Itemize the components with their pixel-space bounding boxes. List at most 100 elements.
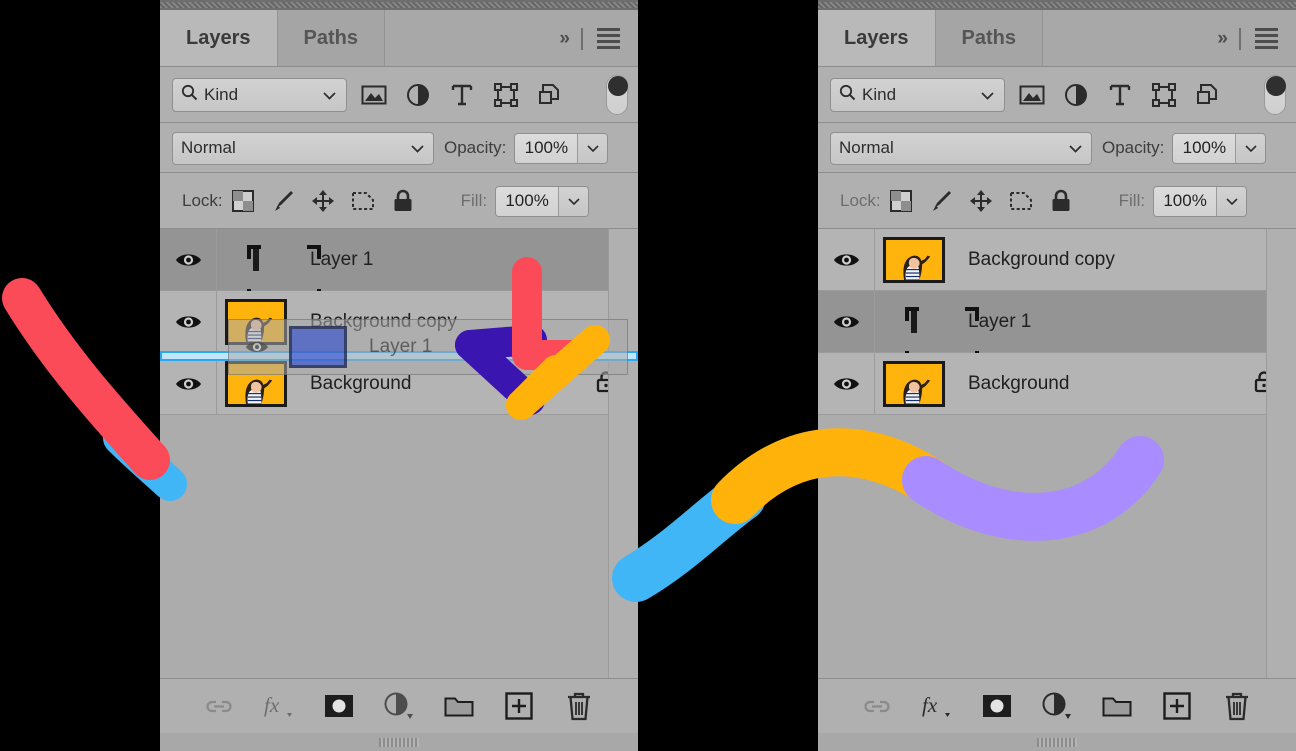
layer-list-left[interactable]: Layer 1 Background copy Background Layer… [160, 229, 638, 678]
red-swoosh-left [2, 278, 170, 480]
link-layers-icon[interactable] [860, 689, 894, 723]
lock-all-icon[interactable] [1041, 189, 1081, 213]
layer-visibility-toggle[interactable] [160, 375, 216, 393]
tab-paths-left[interactable]: Paths [277, 10, 385, 67]
lock-all-icon[interactable] [383, 189, 423, 213]
type-layer-filter-icon[interactable] [1103, 83, 1137, 107]
fill-stepper-right[interactable] [1217, 186, 1247, 216]
layer-name[interactable]: Layer 1 [294, 249, 638, 271]
fill-value-right[interactable]: 100% [1154, 186, 1218, 216]
filter-row-left: Kind [160, 67, 638, 123]
layer-name[interactable]: Background [294, 373, 596, 395]
tab-layers-right[interactable]: Layers [818, 10, 936, 67]
new-layer-icon[interactable] [502, 689, 536, 723]
layer-name[interactable]: Layer 1 [952, 311, 1296, 333]
table-row[interactable]: Background [818, 353, 1296, 415]
layer-name[interactable]: Background copy [294, 311, 638, 333]
tabbar-spacer-left [385, 10, 559, 67]
shape-layer-filter-icon[interactable] [489, 83, 523, 107]
lock-transparent-pixels-icon[interactable] [223, 190, 263, 212]
layer-visibility-toggle[interactable] [160, 251, 216, 269]
delete-layer-icon[interactable] [562, 689, 596, 723]
lock-artboard-nesting-icon[interactable] [343, 190, 383, 212]
layer-thumbnail-cell[interactable] [874, 291, 979, 365]
table-row[interactable]: Layer 1 [818, 291, 1296, 365]
panel-bottom-resize-strip-right[interactable] [818, 733, 1296, 751]
opacity-value-right[interactable]: 100% [1173, 133, 1237, 163]
opacity-stepper-left[interactable] [578, 133, 608, 163]
fill-value-left[interactable]: 100% [496, 186, 560, 216]
fill-field-left[interactable]: 100% [495, 185, 590, 217]
table-row[interactable]: Background copy [160, 291, 638, 353]
panel-drag-grip-left[interactable] [160, 0, 638, 10]
lock-label-right: Lock: [840, 191, 881, 210]
chevron-down-icon [323, 85, 336, 105]
panel-bottom-resize-strip-left[interactable] [160, 733, 638, 751]
blend-mode-select-right[interactable]: Normal [830, 131, 1092, 165]
delete-layer-icon[interactable] [1220, 689, 1254, 723]
opacity-field-left[interactable]: 100% [514, 132, 609, 164]
kind-filter-select-right[interactable]: Kind [830, 78, 1005, 112]
layer-thumbnail-cell[interactable] [216, 229, 321, 303]
opacity-value-left[interactable]: 100% [515, 133, 579, 163]
add-layer-mask-icon[interactable] [322, 689, 356, 723]
layer-name[interactable]: Background copy [952, 249, 1296, 271]
hamburger-menu-icon[interactable] [597, 28, 620, 49]
layer-name[interactable]: Background [952, 373, 1254, 395]
table-row[interactable]: Background [160, 353, 638, 415]
blend-mode-select-left[interactable]: Normal [172, 131, 434, 165]
layer-list-scroll-track-left[interactable] [608, 229, 638, 678]
layer-thumbnail-cell[interactable] [216, 353, 294, 414]
table-row[interactable]: Layer 1 [160, 229, 638, 303]
table-row[interactable]: Background copy [818, 229, 1296, 291]
panel-resize-grip[interactable] [1037, 738, 1077, 747]
layer-visibility-toggle[interactable] [818, 375, 874, 393]
lock-artboard-nesting-icon[interactable] [1001, 190, 1041, 212]
layer-visibility-toggle[interactable] [818, 251, 874, 269]
lock-image-pixels-icon[interactable] [921, 189, 961, 213]
tab-paths-right[interactable]: Paths [935, 10, 1043, 67]
adjustment-layer-filter-icon[interactable] [401, 83, 435, 107]
pixel-layer-filter-icon[interactable] [1015, 84, 1049, 106]
smart-object-filter-icon[interactable] [533, 83, 567, 107]
new-adjustment-layer-icon[interactable] [382, 689, 416, 723]
filter-enable-toggle-right[interactable] [1264, 75, 1286, 115]
add-layer-mask-icon[interactable] [980, 689, 1014, 723]
opacity-field-right[interactable]: 100% [1172, 132, 1267, 164]
new-group-icon[interactable] [442, 689, 476, 723]
adjustment-layer-filter-icon[interactable] [1059, 83, 1093, 107]
tab-layers-left[interactable]: Layers [160, 10, 278, 67]
layer-style-fx-icon[interactable]: fx [262, 689, 296, 723]
layer-visibility-toggle[interactable] [818, 313, 874, 331]
expand-panels-icon[interactable]: » [1217, 28, 1227, 50]
layer-thumbnail-cell[interactable] [216, 291, 294, 352]
lock-position-icon[interactable] [303, 189, 343, 213]
filter-enable-toggle-left[interactable] [606, 75, 628, 115]
new-adjustment-layer-icon[interactable] [1040, 689, 1074, 723]
lock-position-icon[interactable] [961, 189, 1001, 213]
new-group-icon[interactable] [1100, 689, 1134, 723]
layer-thumbnail-cell[interactable] [874, 229, 952, 290]
hamburger-menu-icon[interactable] [1255, 28, 1278, 49]
layer-list-scroll-track-right[interactable] [1266, 229, 1296, 678]
opacity-stepper-right[interactable] [1236, 133, 1266, 163]
smart-object-filter-icon[interactable] [1191, 83, 1225, 107]
kind-filter-select-left[interactable]: Kind [172, 78, 347, 112]
new-layer-icon[interactable] [1160, 689, 1194, 723]
layer-thumbnail-cell[interactable] [874, 353, 952, 414]
link-layers-icon[interactable] [202, 689, 236, 723]
type-layer-filter-icon[interactable] [445, 83, 479, 107]
expand-panels-icon[interactable]: » [559, 28, 569, 50]
layer-list-right[interactable]: Background copy Layer 1 Background [818, 229, 1296, 678]
tabbar-controls-left: » [559, 10, 638, 67]
fill-stepper-left[interactable] [559, 186, 589, 216]
pixel-layer-filter-icon[interactable] [357, 84, 391, 106]
layer-style-fx-icon[interactable]: fx [920, 689, 954, 723]
layer-visibility-toggle[interactable] [160, 313, 216, 331]
fill-field-right[interactable]: 100% [1153, 185, 1248, 217]
panel-drag-grip-right[interactable] [818, 0, 1296, 10]
shape-layer-filter-icon[interactable] [1147, 83, 1181, 107]
lock-transparent-pixels-icon[interactable] [881, 190, 921, 212]
lock-image-pixels-icon[interactable] [263, 189, 303, 213]
panel-resize-grip[interactable] [379, 738, 419, 747]
